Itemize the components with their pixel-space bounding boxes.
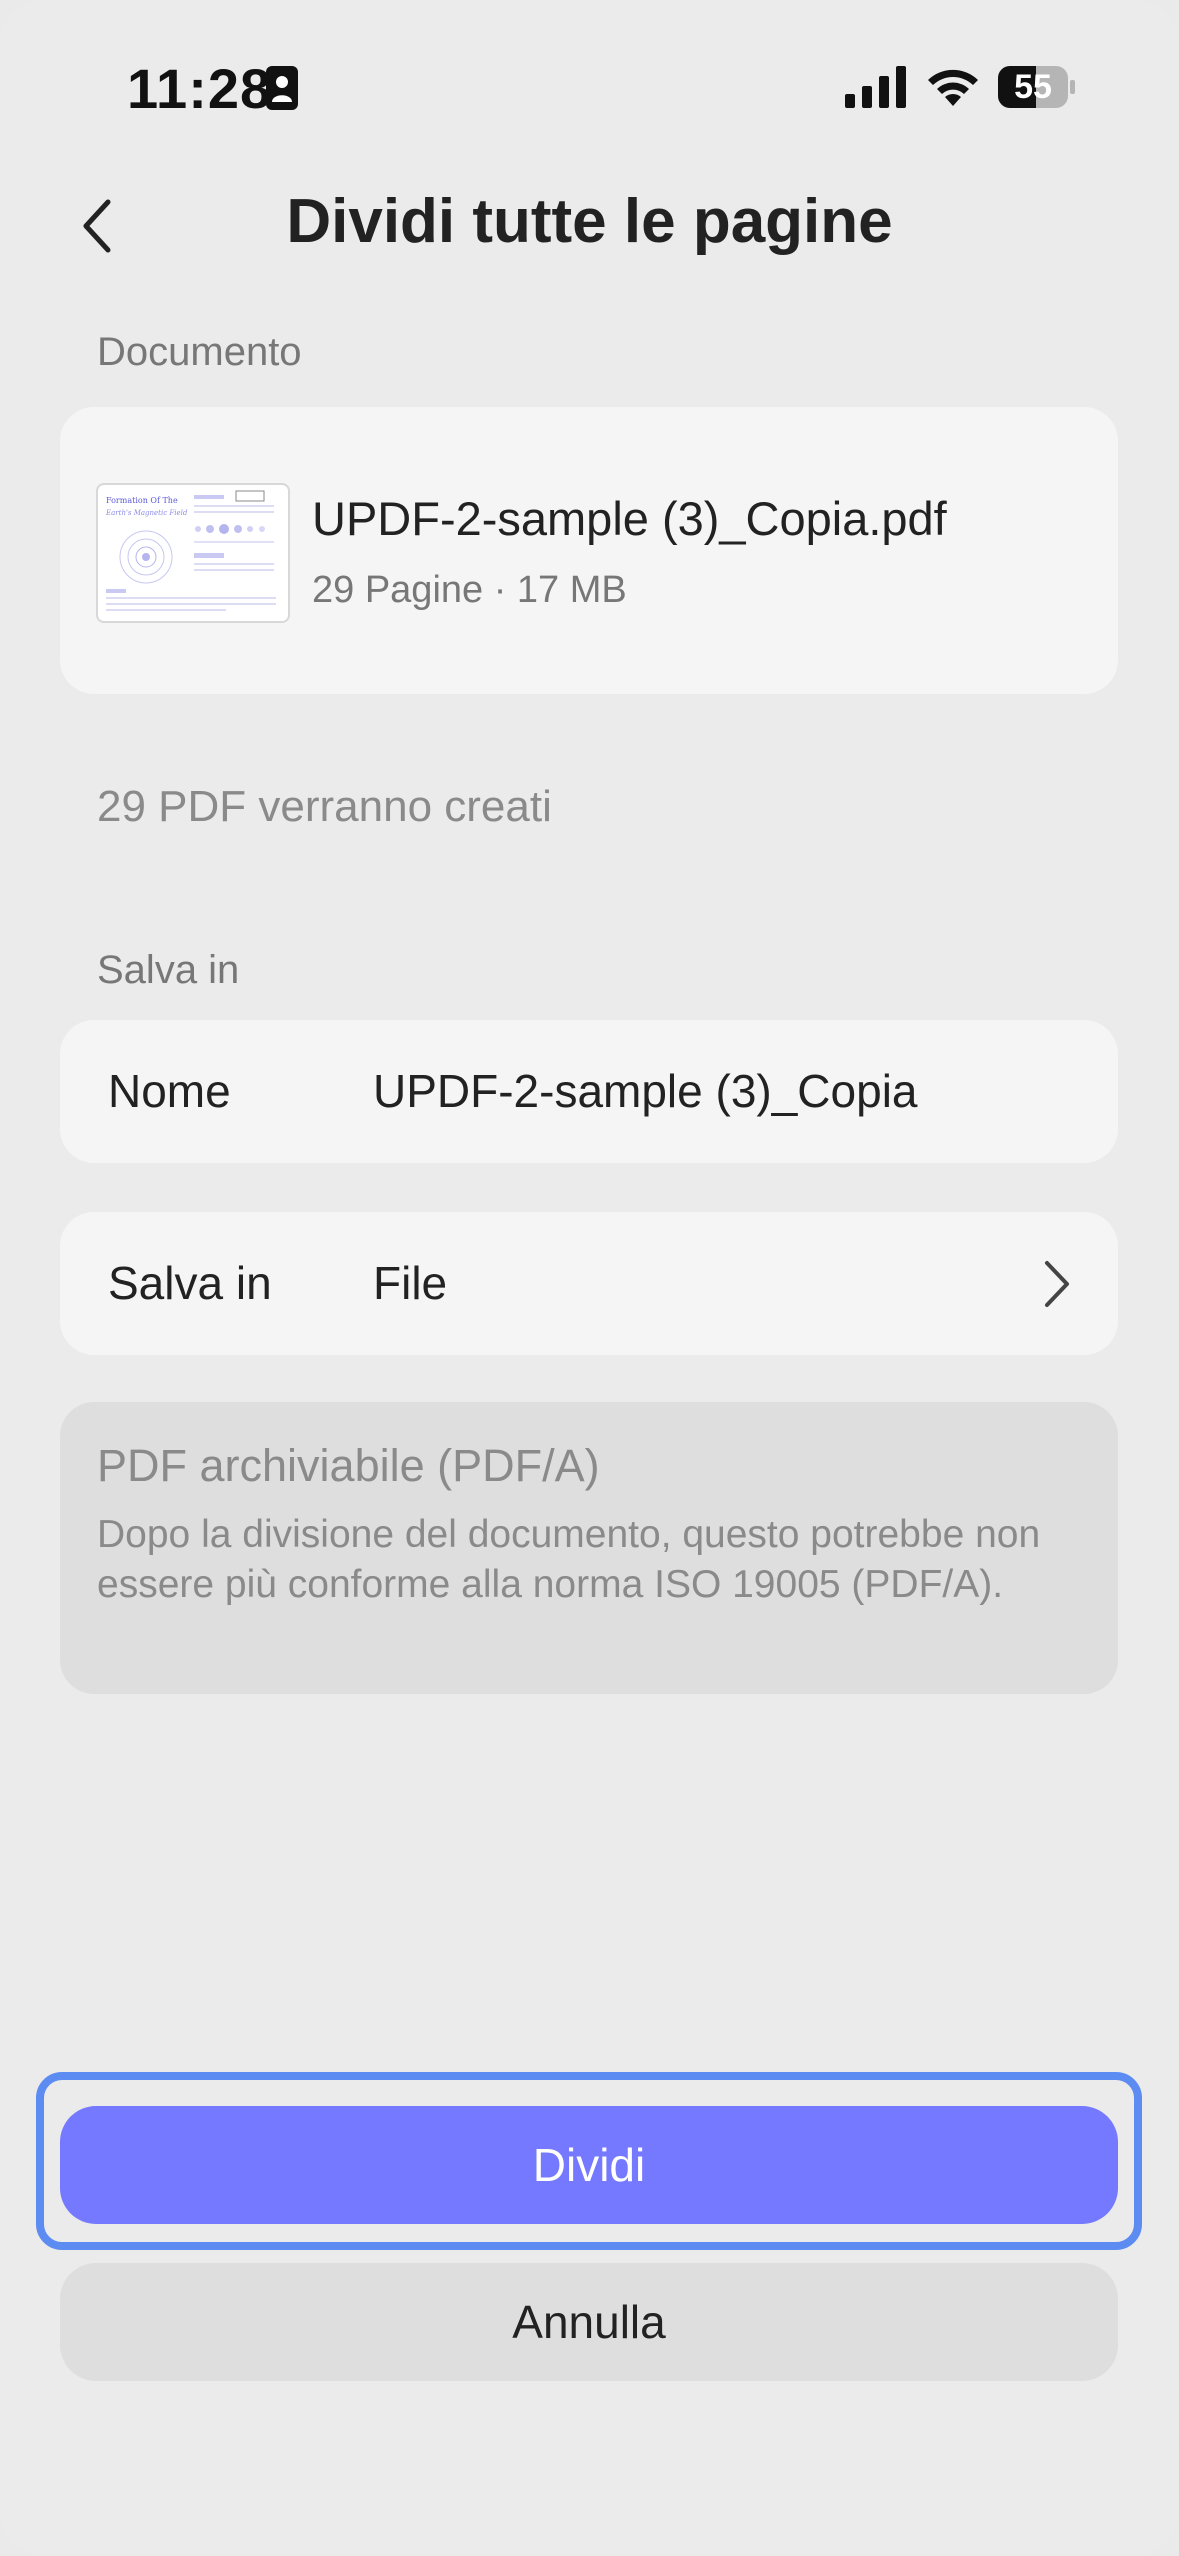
battery-level: 55 [1014,68,1052,106]
status-bar: 11:28 55 [0,0,1179,170]
document-file-name: UPDF-2-sample (3)_Copia.pdf [312,492,947,545]
name-row-label: Nome [108,1065,231,1117]
save-section-label: Salva in [97,948,240,992]
save-location-row[interactable]: Salva in File [60,1212,1118,1355]
page-title: Dividi tutte le pagine [286,187,893,256]
result-summary: 29 PDF verranno creati [97,782,552,831]
cellular-signal-icon [845,66,906,108]
document-section-label: Documento [97,330,302,374]
svg-text:Earth's Magnetic Field: Earth's Magnetic Field [105,509,188,517]
save-location-value: File [373,1257,448,1309]
chevron-right-icon [1045,1261,1069,1307]
cancel-button[interactable]: Annulla [60,2263,1118,2381]
name-row[interactable]: Nome UPDF-2-sample (3)_Copia [60,1020,1118,1163]
pdfa-option-card: PDF archiviabile (PDF/A) Dopo la divisio… [60,1402,1118,1694]
document-card: Formation Of The Earth's Magnetic Field [60,407,1118,694]
split-button[interactable]: Dividi [60,2106,1118,2224]
save-location-label: Salva in [108,1257,272,1309]
id-card-icon [266,66,298,110]
pdfa-title: PDF archiviabile (PDF/A) [97,1440,600,1491]
split-pages-sheet: 11:28 55 Dividi tutte le pagine Document… [0,0,1179,2556]
pdfa-description: Dopo la divisione del documento, questo … [97,1513,1041,1606]
wifi-icon [928,69,978,106]
status-time: 11:28 [127,57,273,120]
document-meta: 29 Pagine · 17 MB [312,569,627,611]
name-input[interactable]: UPDF-2-sample (3)_Copia [373,1020,918,1163]
svg-text:Formation Of The: Formation Of The [106,496,178,505]
document-thumbnail: Formation Of The Earth's Magnetic Field [96,483,290,623]
